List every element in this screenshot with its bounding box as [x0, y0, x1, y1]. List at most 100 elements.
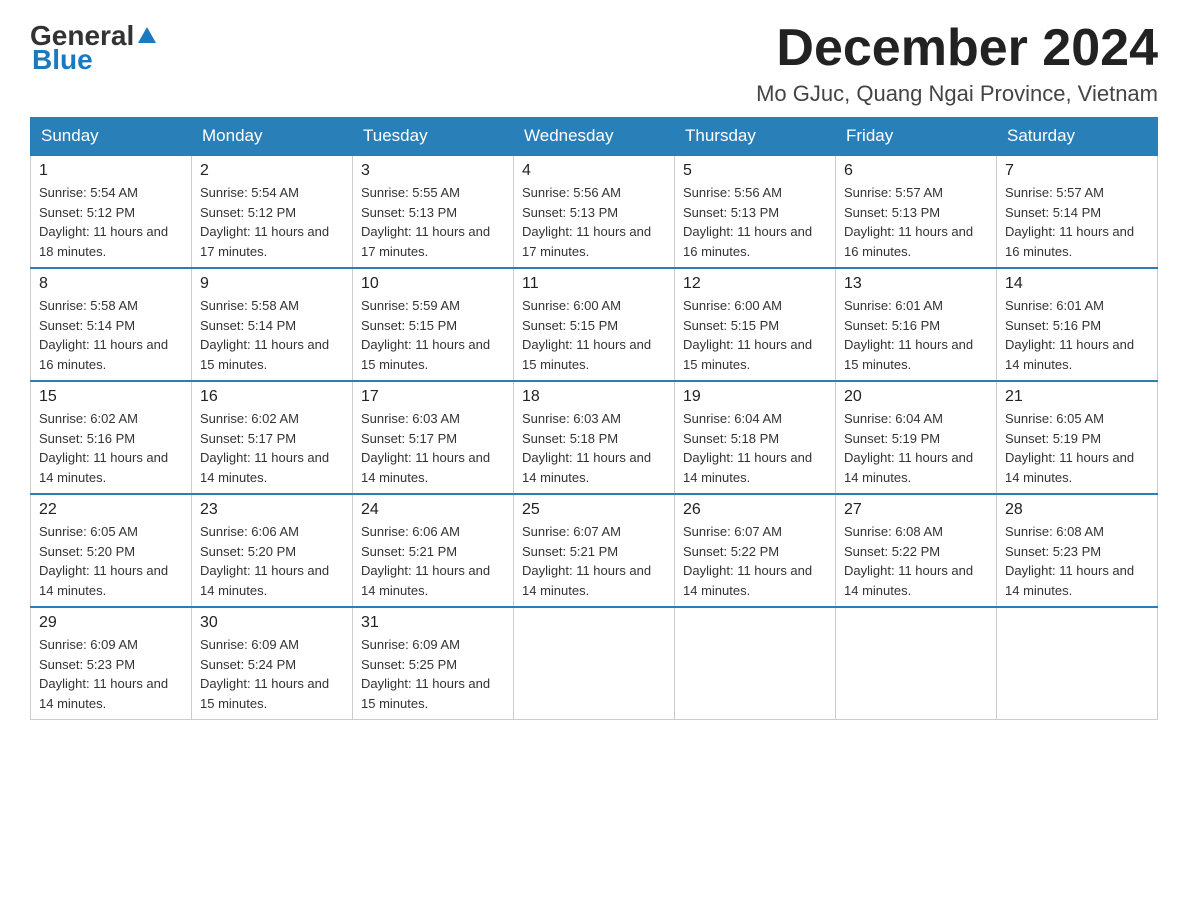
day-info: Sunrise: 5:58 AM Sunset: 5:14 PM Dayligh…: [39, 296, 183, 374]
day-info: Sunrise: 6:03 AM Sunset: 5:17 PM Dayligh…: [361, 409, 505, 487]
calendar-cell: [836, 607, 997, 720]
calendar-cell: 12 Sunrise: 6:00 AM Sunset: 5:15 PM Dayl…: [675, 268, 836, 381]
day-info: Sunrise: 6:01 AM Sunset: 5:16 PM Dayligh…: [844, 296, 988, 374]
day-number: 16: [200, 388, 344, 406]
day-number: 17: [361, 388, 505, 406]
week-row-5: 29 Sunrise: 6:09 AM Sunset: 5:23 PM Dayl…: [31, 607, 1158, 720]
calendar-cell: 6 Sunrise: 5:57 AM Sunset: 5:13 PM Dayli…: [836, 155, 997, 268]
logo-icon: [136, 25, 158, 47]
day-info: Sunrise: 5:56 AM Sunset: 5:13 PM Dayligh…: [522, 183, 666, 261]
day-number: 22: [39, 501, 183, 519]
calendar-cell: 11 Sunrise: 6:00 AM Sunset: 5:15 PM Dayl…: [514, 268, 675, 381]
calendar-cell: 13 Sunrise: 6:01 AM Sunset: 5:16 PM Dayl…: [836, 268, 997, 381]
day-number: 8: [39, 275, 183, 293]
weekday-header-wednesday: Wednesday: [514, 118, 675, 156]
day-number: 21: [1005, 388, 1149, 406]
day-number: 1: [39, 162, 183, 180]
day-info: Sunrise: 6:06 AM Sunset: 5:21 PM Dayligh…: [361, 522, 505, 600]
day-info: Sunrise: 6:04 AM Sunset: 5:19 PM Dayligh…: [844, 409, 988, 487]
day-info: Sunrise: 5:57 AM Sunset: 5:13 PM Dayligh…: [844, 183, 988, 261]
day-info: Sunrise: 6:07 AM Sunset: 5:21 PM Dayligh…: [522, 522, 666, 600]
day-info: Sunrise: 5:54 AM Sunset: 5:12 PM Dayligh…: [39, 183, 183, 261]
day-number: 4: [522, 162, 666, 180]
day-number: 25: [522, 501, 666, 519]
day-info: Sunrise: 6:08 AM Sunset: 5:22 PM Dayligh…: [844, 522, 988, 600]
calendar-cell: 26 Sunrise: 6:07 AM Sunset: 5:22 PM Dayl…: [675, 494, 836, 607]
day-number: 23: [200, 501, 344, 519]
day-number: 6: [844, 162, 988, 180]
calendar-cell: 28 Sunrise: 6:08 AM Sunset: 5:23 PM Dayl…: [997, 494, 1158, 607]
calendar-cell: 10 Sunrise: 5:59 AM Sunset: 5:15 PM Dayl…: [353, 268, 514, 381]
day-info: Sunrise: 6:09 AM Sunset: 5:25 PM Dayligh…: [361, 635, 505, 713]
weekday-header-monday: Monday: [192, 118, 353, 156]
day-info: Sunrise: 6:06 AM Sunset: 5:20 PM Dayligh…: [200, 522, 344, 600]
day-number: 9: [200, 275, 344, 293]
day-info: Sunrise: 6:03 AM Sunset: 5:18 PM Dayligh…: [522, 409, 666, 487]
weekday-header-thursday: Thursday: [675, 118, 836, 156]
calendar-cell: 23 Sunrise: 6:06 AM Sunset: 5:20 PM Dayl…: [192, 494, 353, 607]
calendar-cell: 2 Sunrise: 5:54 AM Sunset: 5:12 PM Dayli…: [192, 155, 353, 268]
weekday-header-tuesday: Tuesday: [353, 118, 514, 156]
day-info: Sunrise: 6:02 AM Sunset: 5:17 PM Dayligh…: [200, 409, 344, 487]
calendar-cell: 5 Sunrise: 5:56 AM Sunset: 5:13 PM Dayli…: [675, 155, 836, 268]
calendar-cell: 4 Sunrise: 5:56 AM Sunset: 5:13 PM Dayli…: [514, 155, 675, 268]
calendar-cell: 30 Sunrise: 6:09 AM Sunset: 5:24 PM Dayl…: [192, 607, 353, 720]
day-number: 20: [844, 388, 988, 406]
day-info: Sunrise: 6:00 AM Sunset: 5:15 PM Dayligh…: [683, 296, 827, 374]
calendar-cell: 31 Sunrise: 6:09 AM Sunset: 5:25 PM Dayl…: [353, 607, 514, 720]
weekday-header-saturday: Saturday: [997, 118, 1158, 156]
calendar-cell: [514, 607, 675, 720]
calendar-cell: 15 Sunrise: 6:02 AM Sunset: 5:16 PM Dayl…: [31, 381, 192, 494]
day-number: 30: [200, 614, 344, 632]
day-info: Sunrise: 5:54 AM Sunset: 5:12 PM Dayligh…: [200, 183, 344, 261]
location-title: Mo GJuc, Quang Ngai Province, Vietnam: [756, 81, 1158, 107]
day-info: Sunrise: 5:58 AM Sunset: 5:14 PM Dayligh…: [200, 296, 344, 374]
day-number: 12: [683, 275, 827, 293]
calendar-cell: 21 Sunrise: 6:05 AM Sunset: 5:19 PM Dayl…: [997, 381, 1158, 494]
day-info: Sunrise: 5:55 AM Sunset: 5:13 PM Dayligh…: [361, 183, 505, 261]
calendar-cell: 14 Sunrise: 6:01 AM Sunset: 5:16 PM Dayl…: [997, 268, 1158, 381]
weekday-header-row: SundayMondayTuesdayWednesdayThursdayFrid…: [31, 118, 1158, 156]
day-info: Sunrise: 6:04 AM Sunset: 5:18 PM Dayligh…: [683, 409, 827, 487]
calendar-cell: 27 Sunrise: 6:08 AM Sunset: 5:22 PM Dayl…: [836, 494, 997, 607]
day-number: 19: [683, 388, 827, 406]
calendar-cell: [997, 607, 1158, 720]
calendar-cell: 17 Sunrise: 6:03 AM Sunset: 5:17 PM Dayl…: [353, 381, 514, 494]
day-info: Sunrise: 6:09 AM Sunset: 5:24 PM Dayligh…: [200, 635, 344, 713]
day-info: Sunrise: 6:02 AM Sunset: 5:16 PM Dayligh…: [39, 409, 183, 487]
logo-area: General Blue: [30, 20, 158, 76]
calendar-cell: 18 Sunrise: 6:03 AM Sunset: 5:18 PM Dayl…: [514, 381, 675, 494]
calendar-cell: 16 Sunrise: 6:02 AM Sunset: 5:17 PM Dayl…: [192, 381, 353, 494]
day-number: 28: [1005, 501, 1149, 519]
day-number: 10: [361, 275, 505, 293]
day-info: Sunrise: 6:07 AM Sunset: 5:22 PM Dayligh…: [683, 522, 827, 600]
day-info: Sunrise: 6:08 AM Sunset: 5:23 PM Dayligh…: [1005, 522, 1149, 600]
week-row-3: 15 Sunrise: 6:02 AM Sunset: 5:16 PM Dayl…: [31, 381, 1158, 494]
day-number: 31: [361, 614, 505, 632]
calendar-cell: [675, 607, 836, 720]
calendar-cell: 29 Sunrise: 6:09 AM Sunset: 5:23 PM Dayl…: [31, 607, 192, 720]
calendar-cell: 1 Sunrise: 5:54 AM Sunset: 5:12 PM Dayli…: [31, 155, 192, 268]
day-number: 7: [1005, 162, 1149, 180]
day-info: Sunrise: 5:59 AM Sunset: 5:15 PM Dayligh…: [361, 296, 505, 374]
week-row-1: 1 Sunrise: 5:54 AM Sunset: 5:12 PM Dayli…: [31, 155, 1158, 268]
day-number: 29: [39, 614, 183, 632]
calendar-cell: 25 Sunrise: 6:07 AM Sunset: 5:21 PM Dayl…: [514, 494, 675, 607]
week-row-4: 22 Sunrise: 6:05 AM Sunset: 5:20 PM Dayl…: [31, 494, 1158, 607]
day-number: 5: [683, 162, 827, 180]
calendar-cell: 19 Sunrise: 6:04 AM Sunset: 5:18 PM Dayl…: [675, 381, 836, 494]
day-number: 24: [361, 501, 505, 519]
day-number: 3: [361, 162, 505, 180]
day-info: Sunrise: 6:05 AM Sunset: 5:20 PM Dayligh…: [39, 522, 183, 600]
header: General Blue December 2024 Mo GJuc, Quan…: [30, 20, 1158, 107]
day-info: Sunrise: 6:09 AM Sunset: 5:23 PM Dayligh…: [39, 635, 183, 713]
calendar-cell: 3 Sunrise: 5:55 AM Sunset: 5:13 PM Dayli…: [353, 155, 514, 268]
logo-blue-text: Blue: [32, 44, 93, 75]
day-info: Sunrise: 6:01 AM Sunset: 5:16 PM Dayligh…: [1005, 296, 1149, 374]
day-number: 27: [844, 501, 988, 519]
calendar-cell: 20 Sunrise: 6:04 AM Sunset: 5:19 PM Dayl…: [836, 381, 997, 494]
day-info: Sunrise: 6:05 AM Sunset: 5:19 PM Dayligh…: [1005, 409, 1149, 487]
day-number: 26: [683, 501, 827, 519]
day-info: Sunrise: 5:57 AM Sunset: 5:14 PM Dayligh…: [1005, 183, 1149, 261]
day-number: 11: [522, 275, 666, 293]
